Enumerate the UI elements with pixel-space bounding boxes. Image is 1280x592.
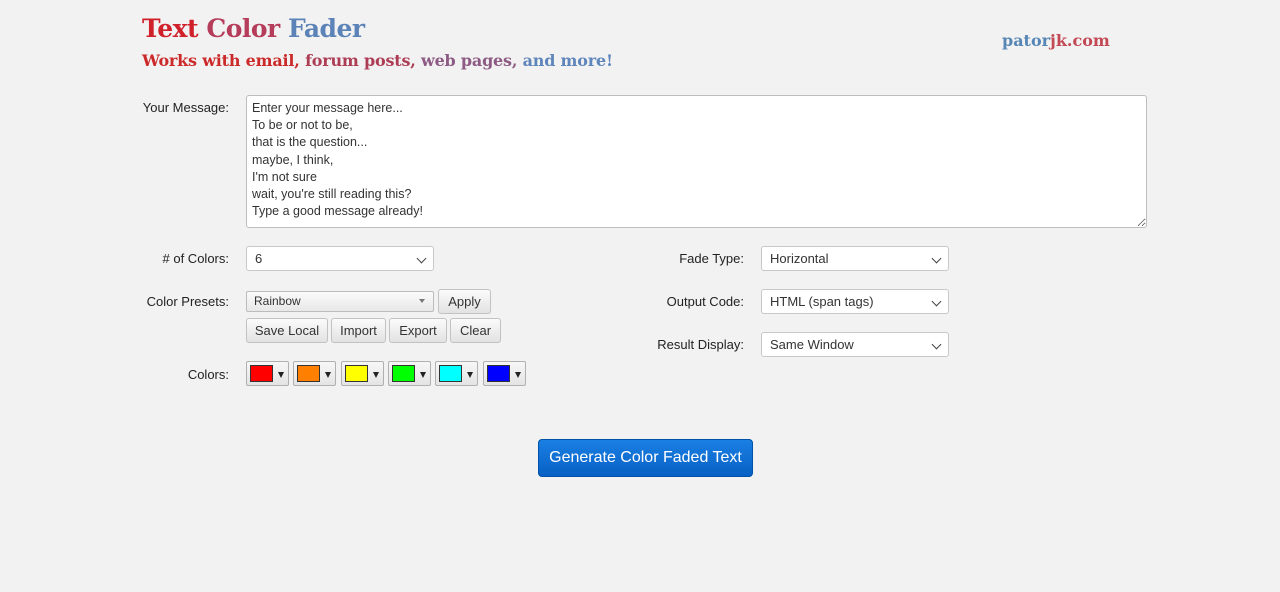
- fade-type-value: Horizontal: [770, 251, 829, 266]
- color-chip: [344, 365, 368, 382]
- num-colors-label: # of Colors:: [162, 251, 229, 266]
- num-colors-value: 6: [255, 251, 263, 266]
- fade-type-label: Fade Type:: [679, 251, 744, 266]
- triangle-down-icon: [419, 299, 425, 303]
- logo-word-text: Text: [142, 14, 199, 43]
- output-code-select[interactable]: HTML (span tags): [761, 289, 949, 314]
- output-code-value: HTML (span tags): [770, 294, 874, 309]
- result-display-select[interactable]: Same Window: [761, 332, 949, 357]
- triangle-down-icon: [419, 372, 426, 378]
- color-chip: [486, 365, 510, 382]
- color-presets-select[interactable]: Rainbow: [246, 291, 434, 312]
- logo-title: Text Color Fader: [142, 14, 365, 43]
- color-picker-6[interactable]: [482, 361, 526, 386]
- triangle-down-icon: [278, 372, 284, 378]
- output-code-label: Output Code:: [666, 294, 744, 309]
- generate-button[interactable]: Generate Color Faded Text: [538, 439, 753, 477]
- triangle-down-icon: [514, 372, 521, 378]
- chevron-down-icon: [931, 339, 942, 350]
- color-picker-5[interactable]: [435, 361, 479, 386]
- subtitle-part-1: Works with email,: [142, 51, 306, 70]
- color-picker-4[interactable]: [387, 361, 431, 386]
- color-picker-3[interactable]: [340, 361, 384, 386]
- color-chip: [297, 365, 321, 382]
- chevron-down-icon: [416, 253, 427, 264]
- save-local-button[interactable]: Save Local: [246, 318, 328, 343]
- num-colors-select[interactable]: 6: [246, 246, 434, 271]
- apply-button[interactable]: Apply: [438, 289, 491, 314]
- export-button[interactable]: Export: [389, 318, 447, 343]
- chevron-down-icon: [931, 296, 942, 307]
- logo-word-fader: Fader: [287, 14, 365, 43]
- result-display-label: Result Display:: [657, 337, 744, 352]
- result-display-value: Same Window: [770, 337, 854, 352]
- chevron-down-icon: [931, 253, 942, 264]
- site-part-2: jk.com: [1050, 31, 1110, 50]
- site-link[interactable]: patorjk.com: [1002, 31, 1110, 50]
- logo-word-color: Color: [206, 14, 280, 43]
- triangle-down-icon: [325, 372, 332, 378]
- fade-type-select[interactable]: Horizontal: [761, 246, 949, 271]
- color-picker-1[interactable]: [246, 361, 289, 386]
- logo-subtitle: Works with email, forum posts, web pages…: [142, 51, 613, 70]
- color-chip: [391, 365, 415, 382]
- subtitle-part-3: web pages,: [421, 51, 523, 70]
- color-chip: [439, 365, 463, 382]
- subtitle-part-2: forum posts,: [305, 51, 421, 70]
- import-button[interactable]: Import: [331, 318, 386, 343]
- preset-value: Rainbow: [254, 294, 301, 308]
- color-picker-2[interactable]: [293, 361, 337, 386]
- color-presets-label: Color Presets:: [146, 294, 229, 309]
- clear-button[interactable]: Clear: [450, 318, 501, 343]
- color-chip: [250, 365, 273, 382]
- triangle-down-icon: [467, 372, 474, 378]
- subtitle-part-4: and more!: [522, 51, 613, 70]
- message-input[interactable]: [246, 95, 1147, 228]
- message-label: Your Message:: [142, 100, 229, 115]
- triangle-down-icon: [372, 372, 379, 378]
- site-part-1: pator: [1002, 31, 1051, 50]
- colors-label: Colors:: [187, 367, 229, 382]
